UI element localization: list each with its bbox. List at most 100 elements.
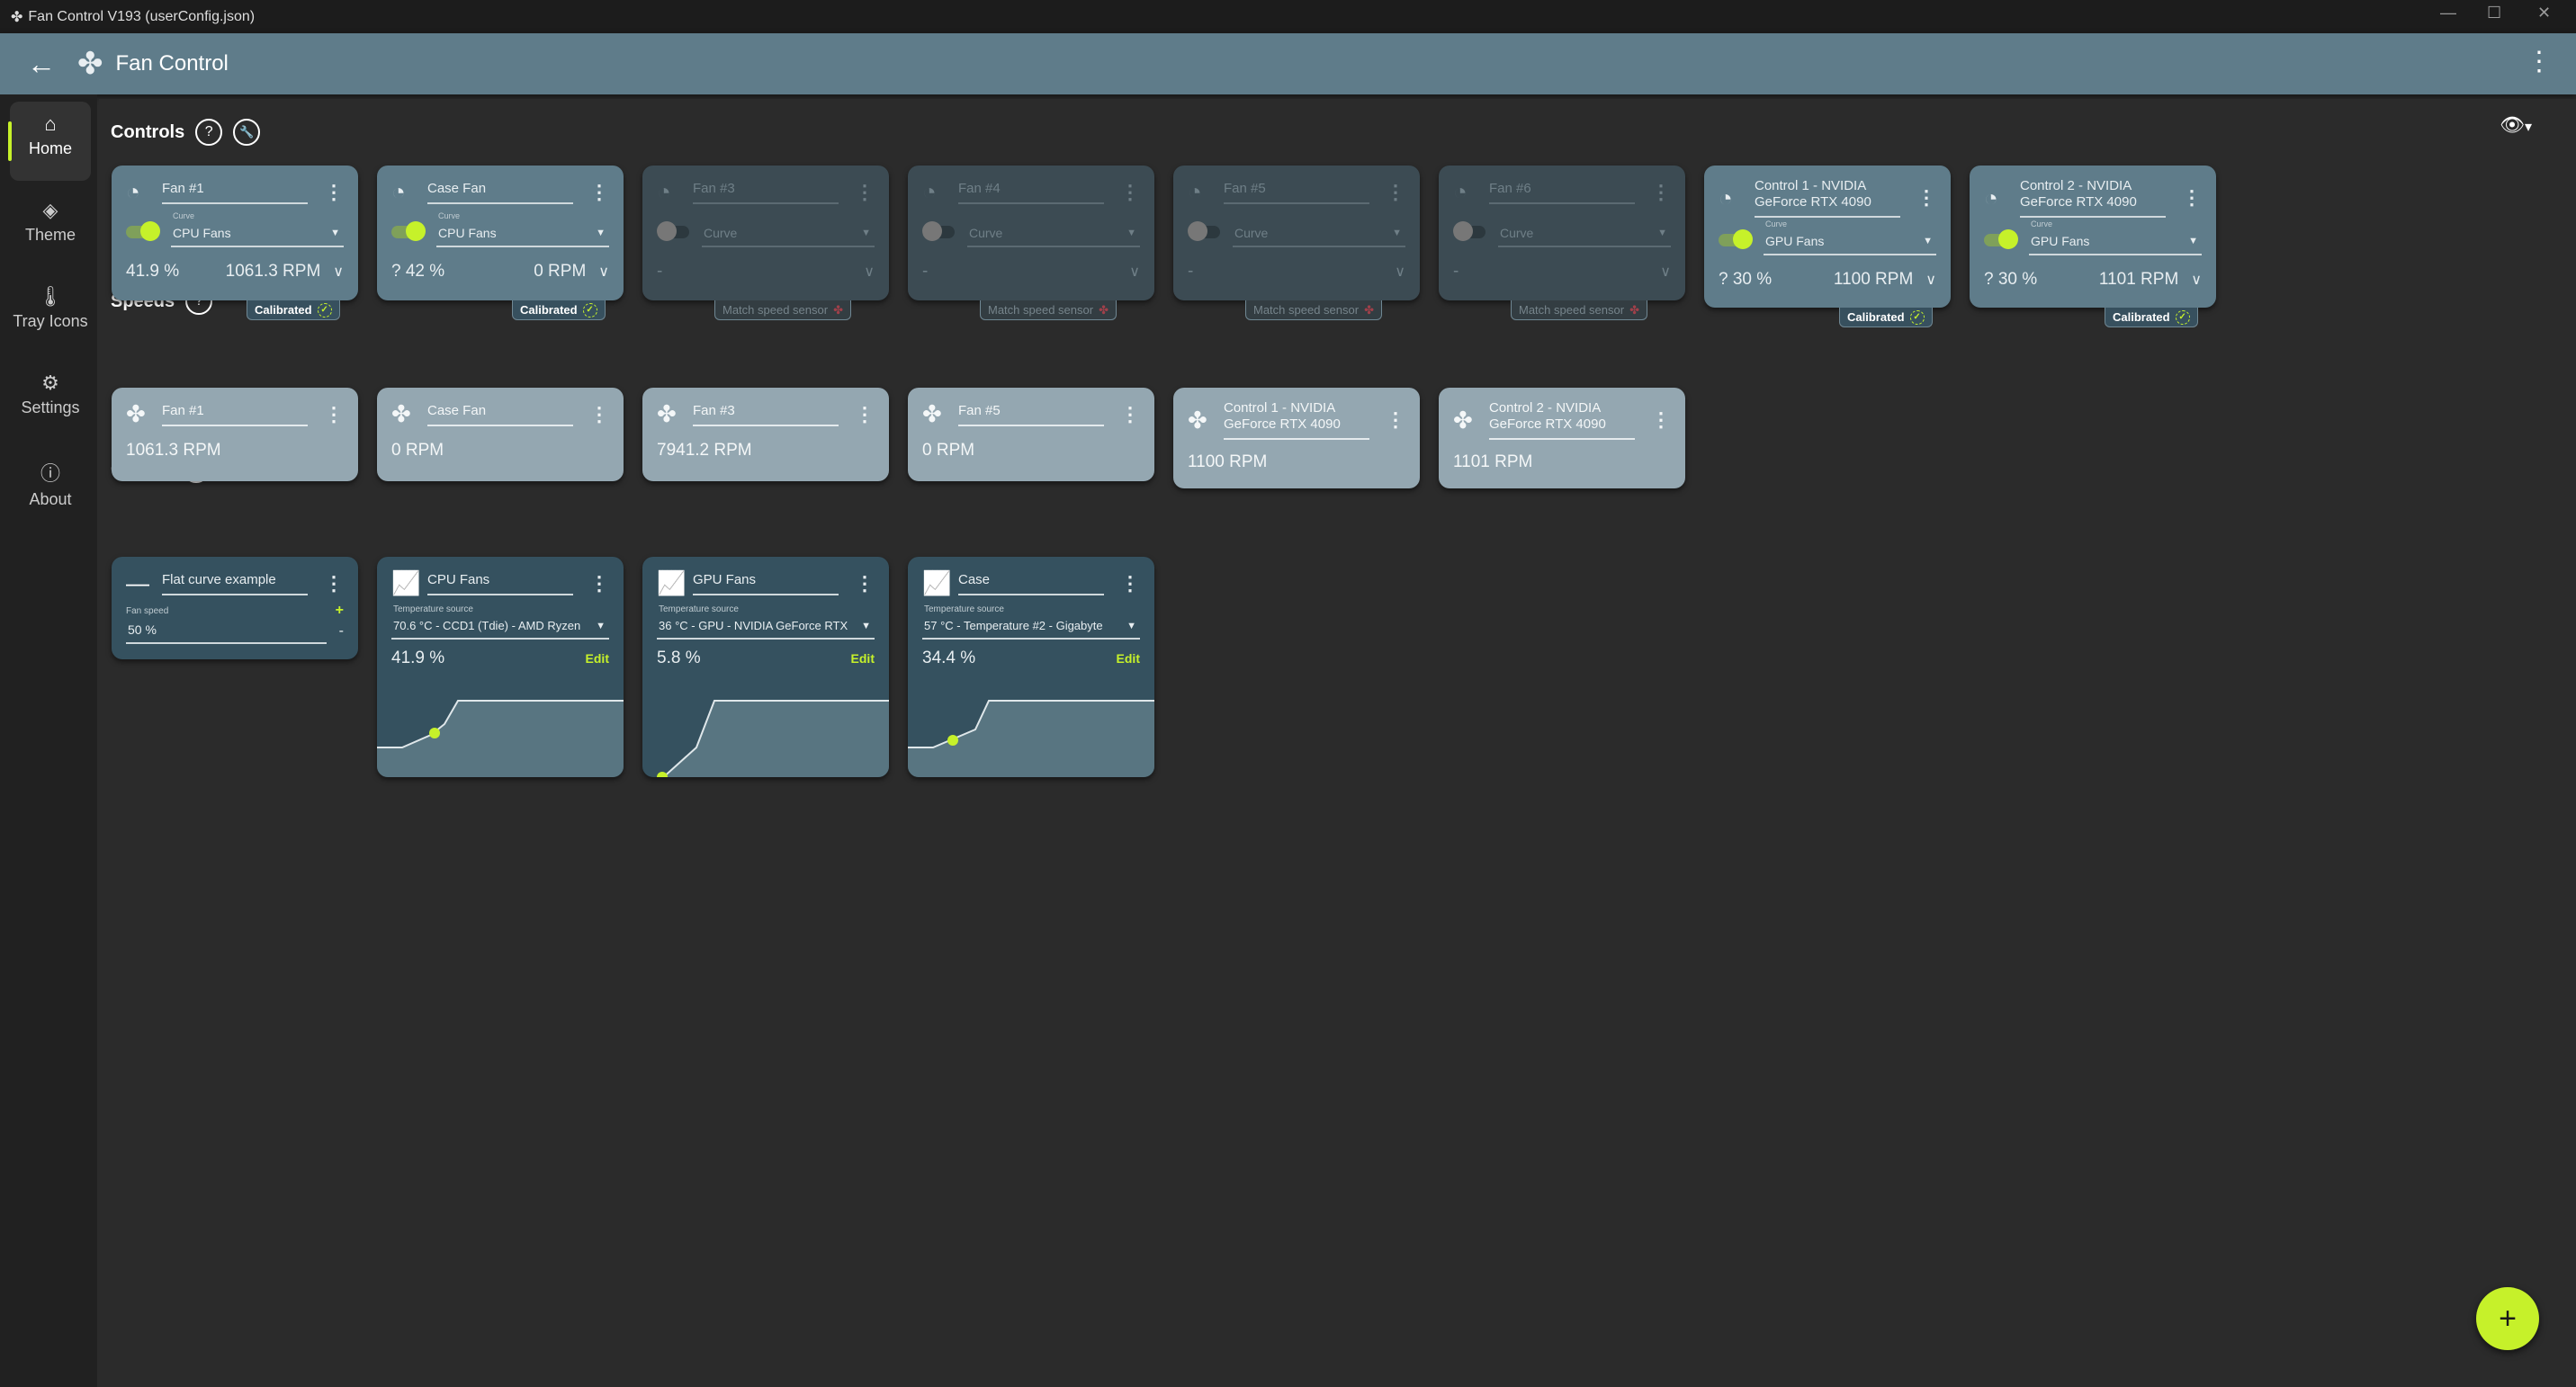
increment-button[interactable]: +: [336, 603, 344, 619]
curve-select[interactable]: Curve CPU Fans ▼: [171, 211, 344, 247]
expand-chevron-icon[interactable]: ∨: [1129, 264, 1140, 280]
curve-name-input[interactable]: Flat curve example: [162, 572, 308, 595]
more-options-icon[interactable]: ⋮: [1120, 403, 1140, 426]
temperature-source-select[interactable]: Temperature source 70.6 °C - CCD1 (Tdie) …: [391, 604, 609, 640]
expand-chevron-icon[interactable]: ∨: [2191, 273, 2202, 288]
curve-value: Curve: [1500, 226, 1534, 240]
curve-select[interactable]: Curve ▼: [1233, 215, 1405, 247]
gauge-icon: ◔: [391, 178, 406, 205]
curve-select[interactable]: Curve ▼: [967, 215, 1140, 247]
curve-select[interactable]: Curve ▼: [1498, 215, 1671, 247]
speed-header: ✤ Control 2 - NVIDIA GeForce RTX 4090 ⋮: [1453, 400, 1671, 440]
control-name-input[interactable]: Fan #6: [1489, 181, 1635, 204]
enable-toggle[interactable]: [1188, 221, 1224, 241]
more-options-icon[interactable]: ⋮: [1120, 572, 1140, 595]
control-name-input[interactable]: Fan #3: [693, 181, 839, 204]
back-arrow-icon[interactable]: ←: [27, 48, 56, 81]
more-options-icon[interactable]: ⋮: [855, 572, 875, 595]
enable-toggle[interactable]: [126, 221, 162, 241]
sidebar-item-tray-icons[interactable]: 🌡 Tray Icons: [10, 274, 91, 353]
expand-chevron-icon[interactable]: ∨: [1395, 264, 1405, 280]
more-menu-icon[interactable]: ⋮: [2526, 46, 2553, 77]
more-options-icon[interactable]: ⋮: [589, 572, 609, 595]
edit-link[interactable]: Edit: [1117, 651, 1140, 666]
curve-select[interactable]: Curve GPU Fans ▼: [1764, 219, 1936, 255]
more-options-icon[interactable]: ⋮: [1651, 181, 1671, 204]
curve-header: 📈 CPU Fans ⋮: [391, 569, 609, 597]
curve-name-input[interactable]: CPU Fans: [427, 572, 573, 595]
more-options-icon[interactable]: ⋮: [1386, 181, 1405, 204]
more-options-icon[interactable]: ⋮: [855, 403, 875, 426]
control-name-input[interactable]: Fan #1: [162, 181, 308, 204]
enable-toggle[interactable]: [922, 221, 958, 241]
expand-chevron-icon[interactable]: ∨: [333, 264, 344, 280]
more-options-icon[interactable]: ⋮: [2182, 186, 2202, 210]
control-name-input[interactable]: Fan #5: [1224, 181, 1369, 204]
more-options-icon[interactable]: ⋮: [589, 403, 609, 426]
more-options-icon[interactable]: ⋮: [1386, 408, 1405, 432]
decrement-button[interactable]: -: [339, 623, 344, 640]
enable-toggle[interactable]: [1453, 221, 1489, 241]
more-options-icon[interactable]: ⋮: [589, 181, 609, 204]
control-curve-row: Curve ▼: [1188, 215, 1405, 247]
edit-link[interactable]: Edit: [851, 651, 875, 666]
sidebar-item-home[interactable]: ⌂ Home: [8, 102, 91, 181]
edit-link[interactable]: Edit: [586, 651, 609, 666]
control-name-input[interactable]: Control 1 - NVIDIA GeForce RTX 4090: [1755, 178, 1900, 218]
enable-toggle[interactable]: [1719, 229, 1755, 249]
expand-chevron-icon[interactable]: ∨: [864, 264, 875, 280]
curve-select[interactable]: Curve ▼: [702, 215, 875, 247]
help-icon[interactable]: ?: [195, 119, 223, 146]
speed-name-input[interactable]: Fan #3: [693, 403, 839, 426]
view-toggle[interactable]: 👁▾: [2500, 113, 2532, 137]
sidebar-item-theme[interactable]: ◈ Theme: [10, 188, 91, 267]
fan-speed-value-row: 50 % -: [126, 619, 344, 644]
control-name-input[interactable]: Control 2 - NVIDIA GeForce RTX 4090: [2020, 178, 2166, 218]
speed-name-input[interactable]: Fan #1: [162, 403, 308, 426]
curve-select[interactable]: Curve GPU Fans ▼: [2029, 219, 2202, 255]
expand-chevron-icon[interactable]: ∨: [598, 264, 609, 280]
minimize-button[interactable]: —: [2440, 4, 2456, 22]
maximize-button[interactable]: ☐: [2487, 4, 2501, 22]
control-name-input[interactable]: Fan #4: [958, 181, 1104, 204]
temperature-source-select[interactable]: Temperature source 36 °C - GPU - NVIDIA G…: [657, 604, 875, 640]
calibrated-badge[interactable]: Calibrated ✓: [512, 300, 606, 320]
enable-toggle[interactable]: [657, 221, 693, 241]
enable-toggle[interactable]: [1984, 229, 2020, 249]
match-speed-sensor-badge[interactable]: Match speed sensor ✤: [980, 300, 1117, 320]
match-speed-sensor-badge[interactable]: Match speed sensor ✤: [1245, 300, 1382, 320]
gauge-icon: ◔: [1984, 183, 1998, 211]
fan-speed-input[interactable]: 50 %: [126, 619, 327, 644]
speed-name-input[interactable]: Control 2 - NVIDIA GeForce RTX 4090: [1489, 400, 1635, 440]
match-speed-sensor-badge[interactable]: Match speed sensor ✤: [1511, 300, 1647, 320]
expand-chevron-icon[interactable]: ∨: [1660, 264, 1671, 280]
calibrated-badge[interactable]: Calibrated ✓: [1839, 308, 1933, 327]
sidebar-item-settings[interactable]: ⚙ Settings: [10, 361, 91, 440]
sidebar-item-about[interactable]: ⓘ About: [10, 447, 91, 526]
fan-icon: ✤: [657, 400, 677, 427]
more-options-icon[interactable]: ⋮: [1651, 408, 1671, 432]
more-options-icon[interactable]: ⋮: [855, 181, 875, 204]
more-options-icon[interactable]: ⋮: [324, 572, 344, 595]
more-options-icon[interactable]: ⋮: [1916, 186, 1936, 210]
speed-name-input[interactable]: Case Fan: [427, 403, 573, 426]
calibrated-badge[interactable]: Calibrated ✓: [2105, 308, 2198, 327]
enable-toggle[interactable]: [391, 221, 427, 241]
match-speed-sensor-badge[interactable]: Match speed sensor ✤: [714, 300, 851, 320]
curve-select[interactable]: Curve CPU Fans ▼: [436, 211, 609, 247]
temperature-source-select[interactable]: Temperature source 57 °C - Temperature #2…: [922, 604, 1140, 640]
control-header: ◔ Fan #4 ⋮: [922, 178, 1140, 206]
speed-name-input[interactable]: Control 1 - NVIDIA GeForce RTX 4090: [1224, 400, 1369, 440]
close-button[interactable]: ✕: [2537, 4, 2551, 22]
curve-name-input[interactable]: GPU Fans: [693, 572, 839, 595]
add-button[interactable]: +: [2476, 1287, 2539, 1350]
wrench-icon[interactable]: 🔧: [233, 119, 261, 146]
expand-chevron-icon[interactable]: ∨: [1925, 273, 1936, 288]
more-options-icon[interactable]: ⋮: [1120, 181, 1140, 204]
curve-name-input[interactable]: Case: [958, 572, 1104, 595]
more-options-icon[interactable]: ⋮: [324, 181, 344, 204]
more-options-icon[interactable]: ⋮: [324, 403, 344, 426]
control-name-input[interactable]: Case Fan: [427, 181, 573, 204]
speed-name-input[interactable]: Fan #5: [958, 403, 1104, 426]
calibrated-badge[interactable]: Calibrated ✓: [247, 300, 340, 320]
